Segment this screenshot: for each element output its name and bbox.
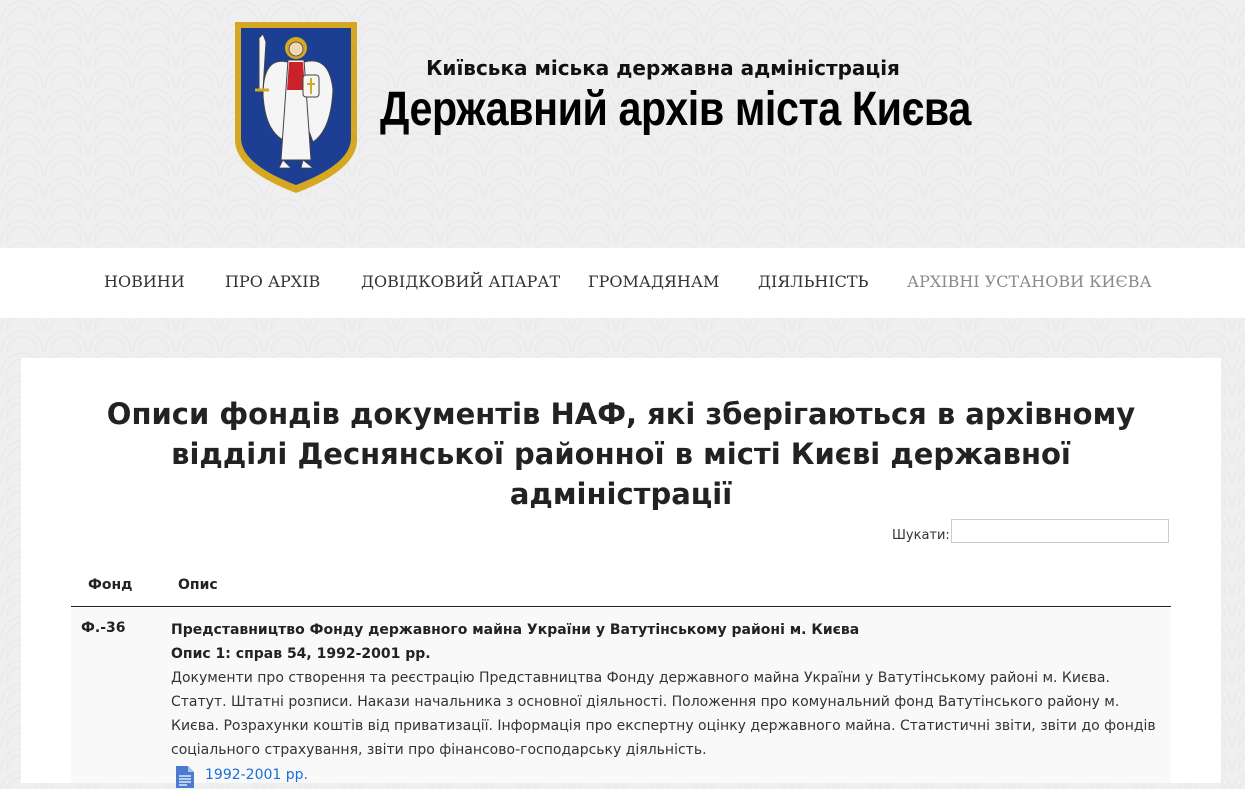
nav-item-reference[interactable]: ДОВІДКОВИЙ АПАРАТ	[361, 272, 560, 291]
column-header-opys[interactable]: Опис	[178, 577, 218, 593]
nav-item-news[interactable]: НОВИНИ	[104, 272, 185, 291]
site-header: Київська міська державна адміністрація Д…	[0, 0, 1245, 248]
fond-description: Документи про створення та реєстрацію Пр…	[171, 670, 1156, 758]
table-row: Ф.-36 Представництво Фонду державного ма…	[71, 608, 1171, 788]
nav-item-kyiv-archives[interactable]: АРХІВНІ УСТАНОВИ КИЄВА	[907, 272, 1152, 291]
header-subtitle: Київська міська державна адміністрація	[426, 56, 900, 80]
kyiv-coat-of-arms-logo[interactable]	[233, 20, 359, 195]
opys-file-label: 1992-2001 рр.	[205, 767, 308, 783]
site-title[interactable]: Державний архів міста Києва	[380, 82, 971, 137]
opys-cell: Представництво Фонду державного майна Ук…	[171, 618, 1161, 788]
organization-name: Представництво Фонду державного майна Ук…	[171, 622, 860, 638]
search-label: Шукати:	[892, 528, 950, 543]
main-content: Описи фондів документів НАФ, які зберіга…	[21, 358, 1221, 788]
document-icon	[176, 766, 194, 788]
opys-file-link[interactable]: 1992-2001 рр.	[171, 762, 1161, 788]
opys-summary: Опис 1: справ 54, 1992-2001 рр.	[171, 646, 431, 662]
column-header-fond[interactable]: Фонд	[88, 577, 132, 593]
nav-item-activity[interactable]: ДІЯЛЬНІСТЬ	[758, 272, 868, 291]
nav-item-about[interactable]: ПРО АРХІВ	[225, 272, 320, 291]
page-title: Описи фондів документів НАФ, які зберіга…	[106, 397, 1136, 511]
main-navigation: НОВИНИ ПРО АРХІВ ДОВІДКОВИЙ АПАРАТ ГРОМА…	[0, 248, 1245, 318]
table-header-divider	[71, 606, 1171, 607]
fond-number: Ф.-36	[81, 620, 126, 636]
search-input[interactable]	[951, 519, 1169, 543]
nav-item-citizens[interactable]: ГРОМАДЯНАМ	[588, 272, 719, 291]
